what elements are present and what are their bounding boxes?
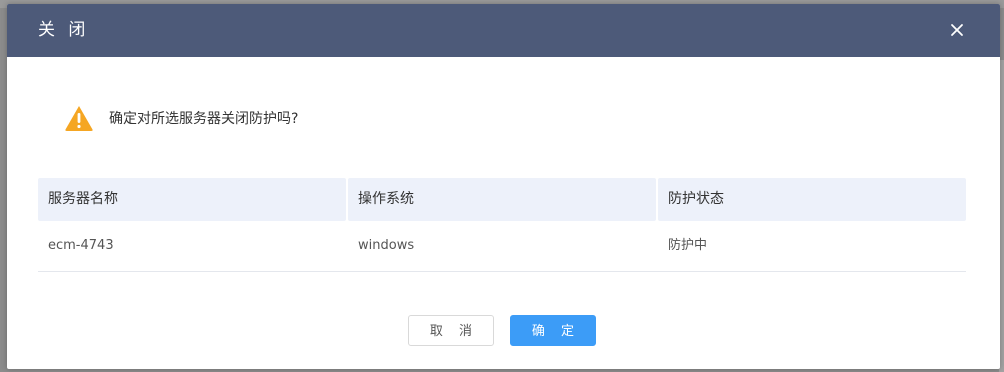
close-protection-dialog: 关 闭 确定对所选服务器关闭防护吗? 服务器名称 操作系统 防护状态 ecm-4… — [7, 4, 1000, 369]
cell-server-name: ecm-4743 — [48, 238, 114, 253]
column-header-os: 操作系统 — [348, 178, 656, 221]
confirm-message: 确定对所选服务器关闭防护吗? — [109, 111, 299, 127]
close-icon[interactable] — [947, 20, 967, 40]
cell-os: windows — [358, 238, 415, 253]
cell-protection-status: 防护中 — [668, 238, 708, 253]
cancel-button[interactable]: 取 消 — [408, 315, 494, 346]
column-header-protection-status: 防护状态 — [658, 178, 966, 221]
dialog-header: 关 闭 — [7, 4, 1000, 57]
table-header: 服务器名称 操作系统 防护状态 — [38, 178, 966, 221]
server-table: 服务器名称 操作系统 防护状态 ecm-4743 windows 防护中 — [38, 178, 966, 272]
table-row: ecm-4743 windows 防护中 — [38, 221, 966, 272]
warning-triangle-icon — [65, 106, 93, 131]
dialog-title: 关 闭 — [38, 20, 90, 40]
column-header-server-name: 服务器名称 — [38, 178, 346, 221]
confirm-button[interactable]: 确 定 — [510, 315, 596, 346]
